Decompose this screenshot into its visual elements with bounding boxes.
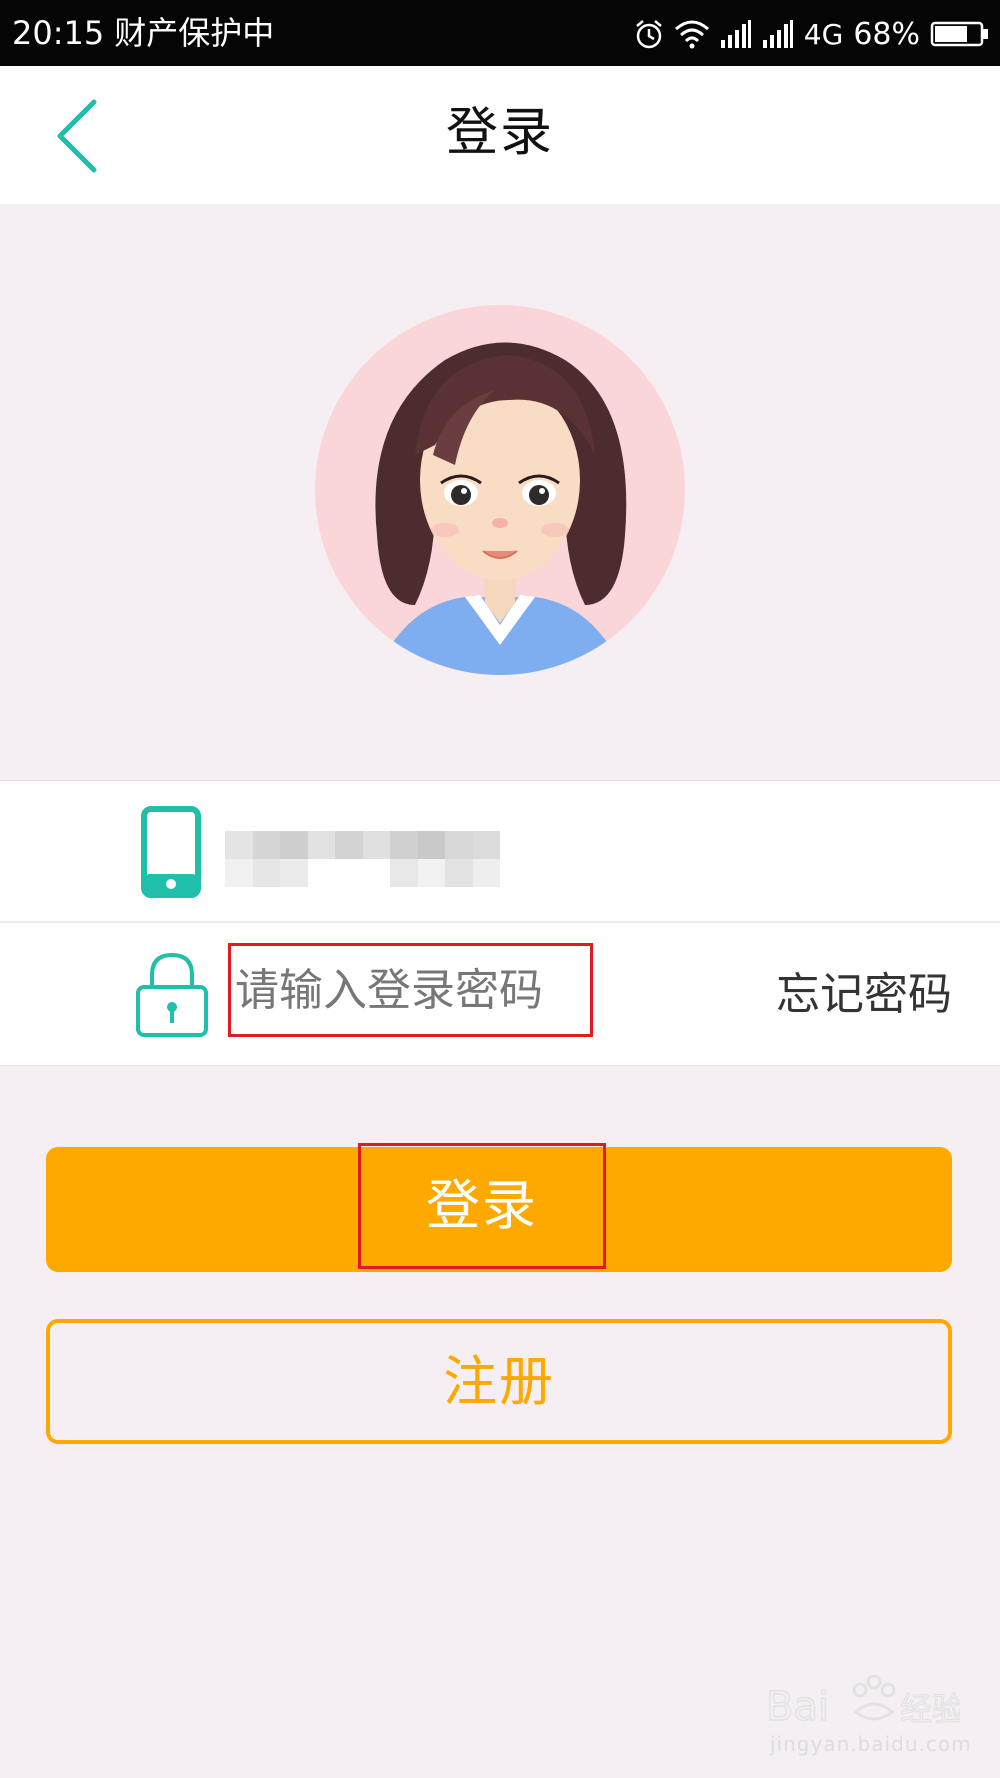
login-button-label: 登录 bbox=[358, 1143, 606, 1269]
baidu-logo-icon: Bai 经验 bbox=[765, 1674, 965, 1731]
status-left: 20:15 财产保护中 bbox=[12, 14, 274, 52]
signal-icon-1 bbox=[720, 20, 751, 48]
battery-percent: 68% bbox=[853, 16, 920, 52]
phone-row[interactable] bbox=[0, 780, 1000, 922]
register-button[interactable]: 注册 bbox=[46, 1319, 952, 1444]
page-title: 登录 bbox=[445, 103, 554, 163]
baidu-jingyan-watermark: Bai 经验 jingyan.baidu.com bbox=[760, 1660, 971, 1760]
password-input[interactable] bbox=[228, 943, 593, 1037]
status-time: 20:15 bbox=[12, 14, 105, 52]
password-row: 忘记密码 bbox=[0, 923, 1000, 1066]
battery-icon bbox=[930, 21, 988, 47]
wifi-icon bbox=[674, 20, 709, 49]
avatar bbox=[315, 305, 685, 675]
watermark-url: jingyan.baidu.com bbox=[770, 1732, 972, 1756]
signal-icon-2 bbox=[762, 20, 793, 48]
forgot-password-link[interactable]: 忘记密码 bbox=[776, 963, 952, 1027]
svg-text:Bai: Bai bbox=[766, 1684, 829, 1730]
alarm-icon bbox=[635, 20, 662, 49]
lock-icon bbox=[136, 952, 208, 1037]
status-bar: 20:15 财产保护中 4G 68% bbox=[0, 0, 1000, 66]
status-right: 4G 68% bbox=[634, 12, 990, 56]
network-type: 4G bbox=[803, 17, 844, 51]
app-bar: 登录 bbox=[0, 66, 1000, 204]
status-notice: 财产保护中 bbox=[114, 14, 275, 52]
login-button[interactable]: 登录 bbox=[46, 1143, 952, 1272]
phone-number-obscured bbox=[225, 831, 500, 887]
svg-text:经验: 经验 bbox=[900, 1690, 960, 1728]
smartphone-icon bbox=[141, 806, 201, 898]
